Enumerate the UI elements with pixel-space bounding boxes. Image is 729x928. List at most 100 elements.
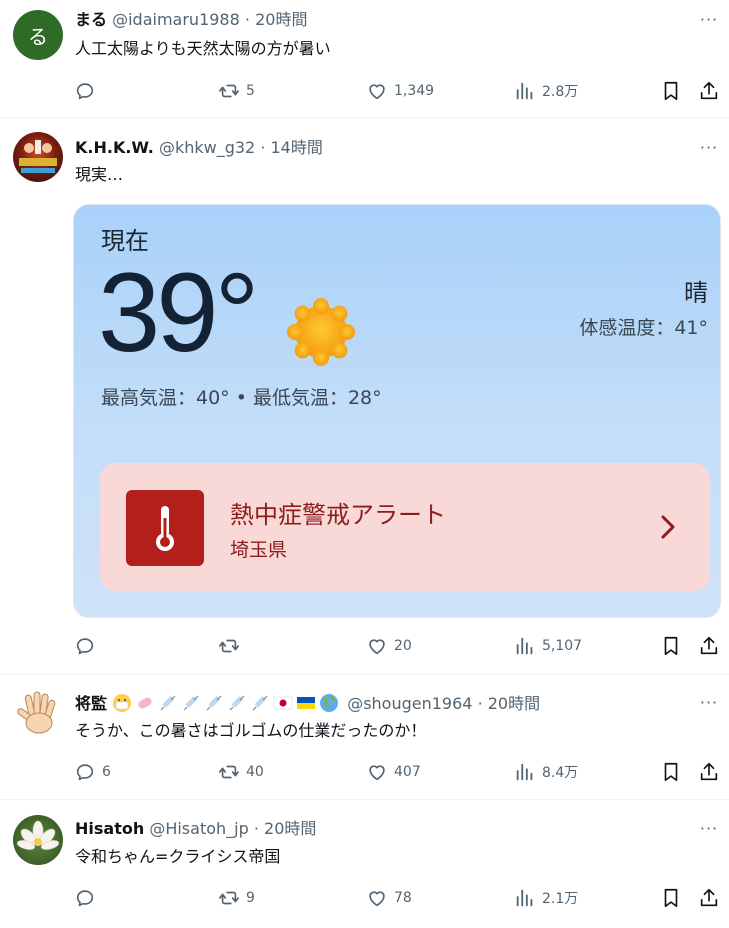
like-button[interactable]: 1,349 xyxy=(366,79,434,103)
lotus-avatar-image xyxy=(16,820,60,850)
more-icon[interactable]: ··· xyxy=(699,138,719,158)
tweet[interactable]: 将監 @shougen1964 · 20時間 ··· そうか、この暑さはゴルゴム… xyxy=(0,675,729,800)
chevron-right-icon[interactable] xyxy=(658,513,678,541)
views-button[interactable]: 2.1万 xyxy=(514,886,578,910)
more-icon[interactable]: ··· xyxy=(699,693,719,713)
avatar[interactable] xyxy=(13,815,63,865)
views-button[interactable]: 8.4万 xyxy=(514,760,578,784)
timestamp[interactable]: 14時間 xyxy=(271,138,323,157)
reply-count: 6 xyxy=(102,764,111,780)
hand-avatar-image xyxy=(17,691,56,734)
share-button[interactable] xyxy=(698,886,720,910)
retweet-icon xyxy=(219,84,239,98)
timestamp[interactable]: 20時間 xyxy=(488,694,540,713)
avatar[interactable] xyxy=(13,132,63,182)
timestamp[interactable]: 20時間 xyxy=(264,819,316,838)
author-handle[interactable]: @idaimaru1988 xyxy=(112,10,240,29)
weather-condition: 晴 xyxy=(684,279,708,307)
bookmark-button[interactable] xyxy=(660,79,682,103)
share-button[interactable] xyxy=(698,634,720,658)
views-button[interactable]: 2.8万 xyxy=(514,79,578,103)
separator: · xyxy=(477,694,483,713)
ukraine-flag-emoji xyxy=(297,697,316,709)
syringe-emoji xyxy=(252,695,268,711)
author-name[interactable]: 将監 xyxy=(75,694,107,713)
heart-icon xyxy=(369,84,385,100)
tweet-text: 現実… xyxy=(75,165,124,184)
author-name[interactable]: Hisatoh xyxy=(75,819,144,838)
pill-emoji xyxy=(138,697,152,709)
avatar-image xyxy=(19,140,57,173)
retweet-button[interactable]: 9 xyxy=(218,886,255,910)
bookmark-button[interactable] xyxy=(660,760,682,784)
views-chart-icon xyxy=(516,763,533,781)
like-button[interactable]: 20 xyxy=(366,634,412,658)
name-emojis xyxy=(112,694,347,713)
retweet-button[interactable] xyxy=(218,634,246,658)
reply-button[interactable]: 6 xyxy=(74,760,111,784)
like-count: 1,349 xyxy=(394,83,435,99)
author-name[interactable]: まる xyxy=(75,10,107,29)
retweet-count: 9 xyxy=(246,890,255,906)
tweet-text: 令和ちゃん=クライシス帝国 xyxy=(75,847,281,866)
views-button[interactable]: 5,107 xyxy=(514,634,582,658)
view-count: 2.8万 xyxy=(542,84,579,100)
retweet-button[interactable]: 40 xyxy=(218,760,264,784)
separator: · xyxy=(244,10,250,29)
more-icon[interactable]: ··· xyxy=(699,819,719,839)
author-name[interactable]: K.H.K.W. xyxy=(75,138,154,157)
author-handle[interactable]: @Hisatoh_jp xyxy=(149,819,248,838)
bookmark-icon xyxy=(664,636,678,656)
share-icon xyxy=(700,81,718,100)
syringe-emoji xyxy=(206,695,222,711)
globe-emoji xyxy=(320,694,339,712)
retweet-icon xyxy=(219,765,239,779)
retweet-count: 5 xyxy=(246,83,255,99)
view-count: 2.1万 xyxy=(542,891,579,907)
author-handle[interactable]: @khkw_g32 xyxy=(159,138,255,157)
avatar[interactable]: る xyxy=(13,10,63,60)
tweet-text: 人工太陽よりも天然太陽の方が暑い xyxy=(75,39,331,58)
heart-icon xyxy=(369,639,385,655)
bookmark-icon xyxy=(664,762,678,782)
retweet-icon xyxy=(219,891,239,905)
share-icon xyxy=(700,636,718,655)
share-button[interactable] xyxy=(698,760,720,784)
views-chart-icon xyxy=(516,637,533,655)
more-icon[interactable]: ··· xyxy=(699,10,719,30)
like-button[interactable]: 78 xyxy=(366,886,412,910)
like-count: 78 xyxy=(394,890,412,906)
author-handle[interactable]: @shougen1964 xyxy=(347,694,472,713)
bookmark-icon xyxy=(664,888,678,908)
tweet[interactable]: Hisatoh @Hisatoh_jp · 20時間 ··· 令和ちゃん=クライ… xyxy=(0,800,729,928)
heart-icon xyxy=(369,765,385,781)
weather-screenshot-card[interactable]: 現在 39° 晴 体感温度：41° 最高気温：40° • 最低気温：28° 熱中… xyxy=(73,204,721,618)
reply-icon xyxy=(76,890,94,907)
tweet-text: そうか、この暑さはゴルゴムの仕業だったのか！ xyxy=(75,721,427,740)
alert-region: 埼玉県 xyxy=(230,539,288,561)
heat-alert-banner[interactable]: 熱中症警戒アラート 埼玉県 xyxy=(100,463,710,591)
reply-icon xyxy=(76,638,94,655)
reply-button[interactable] xyxy=(74,886,102,910)
weather-feels-like: 体感温度：41° xyxy=(579,317,708,339)
avatar[interactable] xyxy=(13,689,63,739)
bookmark-button[interactable] xyxy=(660,634,682,658)
alert-title: 熱中症警戒アラート xyxy=(230,501,446,529)
bookmark-icon xyxy=(664,81,678,101)
reply-button[interactable] xyxy=(74,79,102,103)
like-count: 407 xyxy=(394,764,421,780)
tweet[interactable]: る まる @idaimaru1988 · 20時間 ··· 人工太陽よりも天然太… xyxy=(0,0,729,118)
retweet-button[interactable]: 5 xyxy=(218,79,255,103)
weather-temperature: 39° xyxy=(98,250,259,375)
like-button[interactable]: 407 xyxy=(366,760,421,784)
share-icon xyxy=(700,888,718,907)
weather-high-low: 最高気温：40° • 最低気温：28° xyxy=(101,387,382,409)
reply-button[interactable] xyxy=(74,634,102,658)
timestamp[interactable]: 20時間 xyxy=(255,10,307,29)
heart-icon xyxy=(369,891,385,907)
bookmark-button[interactable] xyxy=(660,886,682,910)
thermometer-icon xyxy=(126,490,204,566)
reply-icon xyxy=(76,83,94,100)
share-button[interactable] xyxy=(698,79,720,103)
like-count: 20 xyxy=(394,638,412,654)
